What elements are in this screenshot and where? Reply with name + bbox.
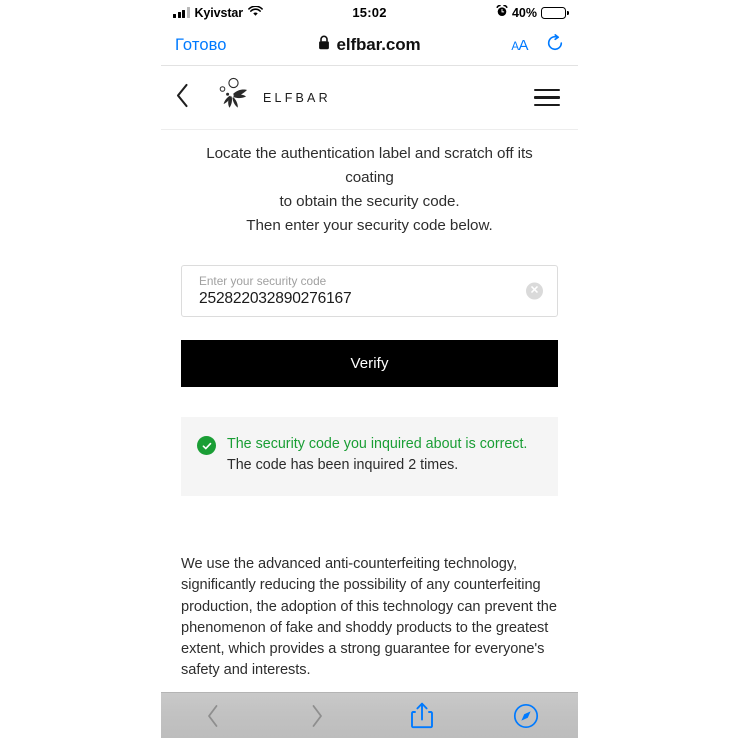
brand-name: ELFBAR — [263, 90, 331, 105]
toolbar-forward-button[interactable] — [265, 693, 369, 738]
toolbar-share-button[interactable] — [370, 693, 474, 738]
phone-viewport: Kyivstar 15:02 40% Готово elfbar.com AA … — [161, 0, 578, 738]
lock-icon — [318, 35, 330, 55]
safari-url-bar: Готово elfbar.com AA — [161, 25, 578, 66]
text-size-button[interactable]: AA — [511, 37, 528, 54]
url-text: elfbar.com — [336, 35, 421, 54]
screenshot-root: Kyivstar 15:02 40% Готово elfbar.com AA … — [0, 0, 738, 738]
battery-percent-label: 40% — [511, 5, 537, 20]
security-code-field-wrapper: Enter your security code 252822032890276… — [181, 265, 558, 317]
alert-success-message: The security code you inquired about is … — [227, 436, 528, 452]
ios-status-bar: Kyivstar 15:02 40% — [161, 0, 578, 25]
instructions-block: Locate the authentication label and scra… — [181, 130, 558, 238]
security-code-value: 252822032890276167 — [199, 289, 352, 307]
verify-button[interactable]: Verify — [181, 340, 558, 387]
safari-bottom-toolbar — [161, 692, 578, 738]
alert-inquiry-count: The code has been inquired 2 times. — [227, 457, 459, 473]
page-back-button[interactable] — [175, 83, 190, 113]
security-code-placeholder: Enter your security code — [199, 273, 327, 288]
status-bar-right: 40% — [496, 4, 566, 20]
check-circle-icon — [197, 436, 216, 455]
page-content: Locate the authentication label and scra… — [161, 130, 578, 738]
security-code-input[interactable]: Enter your security code 252822032890276… — [181, 265, 558, 317]
anti-counterfeiting-paragraph: We use the advanced anti-counterfeiting … — [181, 556, 557, 679]
brand-logo[interactable]: ELFBAR — [214, 76, 331, 119]
site-header: ELFBAR — [161, 66, 578, 130]
instruction-line-2: to obtain the security code. — [279, 193, 460, 210]
alarm-clock-icon — [496, 4, 508, 20]
reload-icon[interactable] — [546, 33, 564, 57]
alert-text-block: The security code you inquired about is … — [227, 434, 527, 476]
verification-result-alert: The security code you inquired about is … — [181, 417, 558, 496]
toolbar-back-button[interactable] — [161, 693, 265, 738]
battery-icon — [541, 6, 566, 19]
clear-input-icon[interactable]: ✕ — [526, 282, 543, 300]
done-button[interactable]: Готово — [175, 36, 227, 55]
url-bar-actions: AA — [511, 33, 564, 57]
elfbar-leaf-logo-icon — [214, 76, 254, 119]
instruction-line-3: Then enter your security code below. — [246, 217, 493, 234]
hamburger-menu-icon[interactable] — [534, 89, 560, 106]
instruction-line-1: Locate the authentication label and scra… — [206, 145, 533, 186]
toolbar-safari-button[interactable] — [474, 693, 578, 738]
